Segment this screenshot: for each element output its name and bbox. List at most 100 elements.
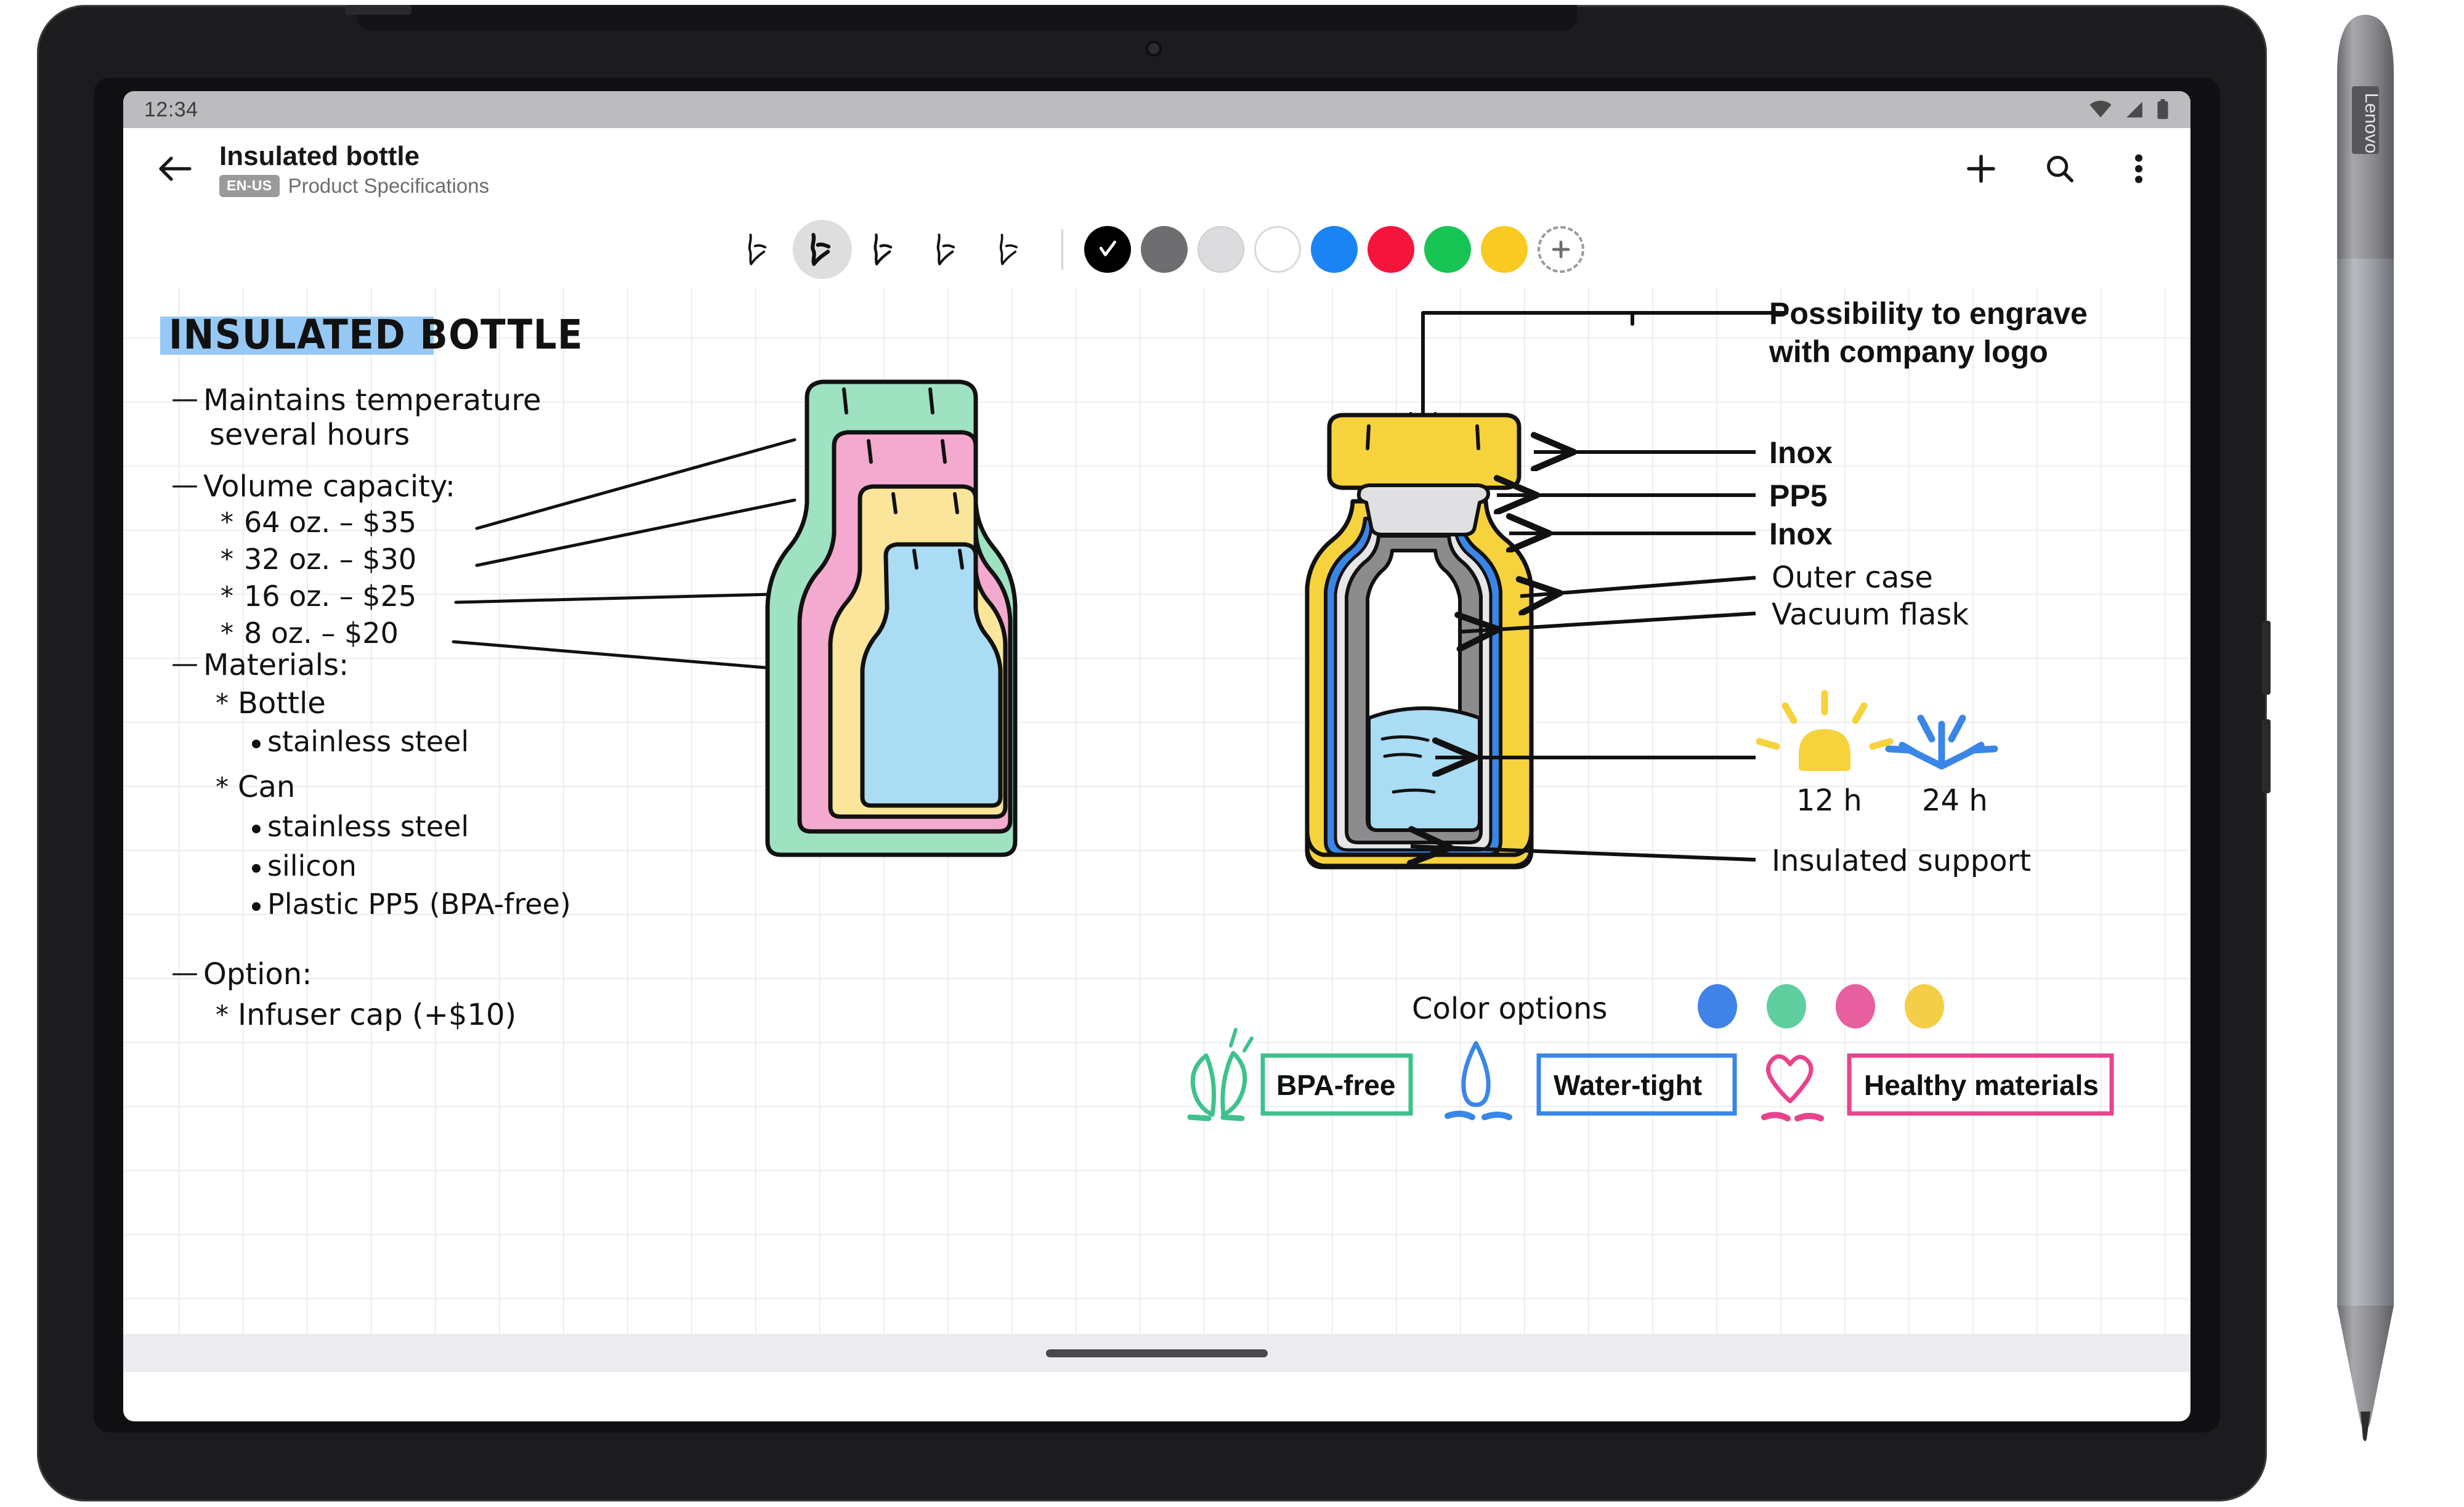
toolbar-divider	[1061, 229, 1063, 270]
leader-line-32oz	[475, 498, 796, 567]
battery-icon	[2156, 99, 2170, 120]
status-time: 12:34	[144, 97, 198, 121]
badge-water-tight-label: Water-tight	[1554, 1069, 1702, 1101]
callout-line-outer-case	[1520, 576, 1756, 596]
volume-item-2: 32 oz. – $30	[244, 543, 416, 576]
callout-engrave-line2: with company logo	[1769, 334, 2048, 369]
materials-group-can: Can	[238, 770, 295, 804]
volume-star-1: *	[221, 507, 233, 537]
stylus-brand-label: Lenovo	[2361, 93, 2381, 153]
pen-tool-group	[730, 220, 1040, 279]
materials-can-item-1: stainless steel	[267, 810, 469, 843]
title-block: Insulated bottle EN-US Product Specifica…	[219, 142, 1938, 198]
pen-tool-4[interactable]	[918, 220, 978, 279]
materials-star-can: *	[216, 772, 229, 802]
color-dark-gray[interactable]	[1140, 226, 1188, 273]
bullet-line-1b: several hours	[209, 418, 410, 452]
materials-dash: —	[171, 648, 198, 679]
subtitle-row: EN-US Product Specifications	[219, 174, 1938, 198]
color-white[interactable]	[1254, 226, 1301, 273]
leader-line-64oz	[475, 438, 796, 530]
note-content: INSULATED BOTTLE — Maintains temperature…	[160, 296, 2114, 1121]
materials-star-bottle: *	[216, 688, 229, 718]
leaf-icon	[1187, 1028, 1254, 1121]
arrow-left-icon	[158, 155, 192, 186]
sun-icon	[1756, 690, 1894, 771]
bullet-dash-1: —	[171, 383, 198, 414]
volume-up-button[interactable]	[2262, 621, 2271, 695]
callout-engrave-line1: Possibility to engrave	[1769, 296, 2088, 331]
add-button[interactable]	[1959, 148, 2003, 192]
app-bar-actions	[1959, 148, 2161, 192]
materials-bottle-item-1: stainless steel	[267, 725, 469, 758]
overflow-menu-button[interactable]	[2117, 148, 2161, 192]
sub-bullet-dot	[252, 902, 261, 911]
pen-tool-3[interactable]	[856, 220, 915, 279]
callout-line-engrave	[1421, 311, 1634, 326]
callout-inox-body: Inox	[1769, 517, 1833, 551]
snowflake-icon	[1885, 714, 1998, 770]
front-camera	[1146, 41, 1162, 57]
leader-line-8oz	[452, 640, 796, 672]
bottle-color-pink	[1836, 984, 1875, 1028]
badge-bpa-free-label: BPA-free	[1276, 1069, 1395, 1101]
option-item-1: Infuser cap (+$10)	[238, 998, 516, 1032]
volume-dash: —	[171, 469, 198, 501]
cutaway-cap	[1327, 413, 1522, 490]
pen-tool-2[interactable]	[792, 220, 852, 279]
note-heading: INSULATED BOTTLE	[169, 311, 583, 358]
bottle-cutaway-diagram	[1305, 313, 1534, 870]
callout-inox-cap: Inox	[1769, 435, 1833, 470]
tablet-screen: 12:34 Insulated bottle EN-US Product Spe…	[123, 91, 2190, 1421]
color-black[interactable]	[1084, 226, 1131, 273]
option-label: Option:	[203, 957, 312, 992]
volume-down-button[interactable]	[2262, 719, 2271, 793]
volume-item-1: 64 oz. – $35	[244, 506, 416, 539]
sub-bullet-dot	[252, 864, 261, 873]
heart-icon	[1761, 1054, 1824, 1121]
search-button[interactable]	[2038, 148, 2082, 192]
stylus-pen[interactable]: Lenovo	[2328, 6, 2402, 1441]
back-button[interactable]	[152, 147, 198, 193]
color-red[interactable]	[1367, 226, 1414, 273]
tablet-device: 12:34 Insulated bottle EN-US Product Spe…	[37, 5, 2271, 1501]
stylus-barrel-mid	[2337, 259, 2394, 1306]
page-subtitle: Product Specifications	[288, 174, 490, 198]
add-color-button[interactable]	[1537, 226, 1584, 273]
power-button[interactable]	[345, 5, 411, 15]
color-yellow[interactable]	[1480, 226, 1528, 273]
pen-tool-1[interactable]	[730, 220, 789, 279]
cutaway-liquid	[1367, 706, 1481, 832]
volume-star-4: *	[221, 618, 233, 648]
more-vertical-icon	[2132, 152, 2146, 188]
color-options-label: Color options	[1412, 992, 1607, 1026]
cold-retention-value: 24 h	[1922, 783, 1988, 818]
callout-pp5: PP5	[1769, 479, 1828, 513]
page-title: Insulated bottle	[219, 140, 420, 171]
bullet-line-1a: Maintains temperature	[203, 383, 541, 418]
sub-bullet-dot	[252, 825, 261, 833]
check-icon	[1096, 237, 1119, 262]
search-icon	[2043, 152, 2077, 188]
stylus-tip	[2361, 1412, 2370, 1441]
nested-bottles-diagram	[765, 379, 1018, 857]
color-swatch-group	[1084, 226, 1584, 273]
leader-line-16oz	[454, 592, 796, 604]
camera-notch-bar	[357, 5, 1577, 31]
app-bar: Insulated bottle EN-US Product Specifica…	[123, 128, 2190, 212]
home-gesture-pill[interactable]	[1046, 1349, 1268, 1357]
note-canvas[interactable]: INSULATED BOTTLE — Maintains temperature…	[123, 287, 2190, 1372]
volume-item-3: 16 oz. – $25	[244, 580, 416, 613]
materials-label: Materials:	[203, 648, 349, 682]
color-blue[interactable]	[1310, 226, 1358, 273]
color-green[interactable]	[1424, 226, 1471, 273]
bottle-color-yellow	[1905, 984, 1944, 1028]
materials-group-bottle: Bottle	[238, 686, 326, 721]
pen-tool-5[interactable]	[981, 220, 1040, 279]
pen-toolbar	[123, 212, 2190, 287]
color-light-gray[interactable]	[1197, 226, 1244, 273]
droplet-icon	[1445, 1041, 1512, 1120]
badge-healthy-materials-label: Healthy materials	[1864, 1069, 2099, 1101]
callout-outer-case: Outer case	[1772, 560, 1933, 595]
cell-signal-icon	[2124, 100, 2145, 119]
